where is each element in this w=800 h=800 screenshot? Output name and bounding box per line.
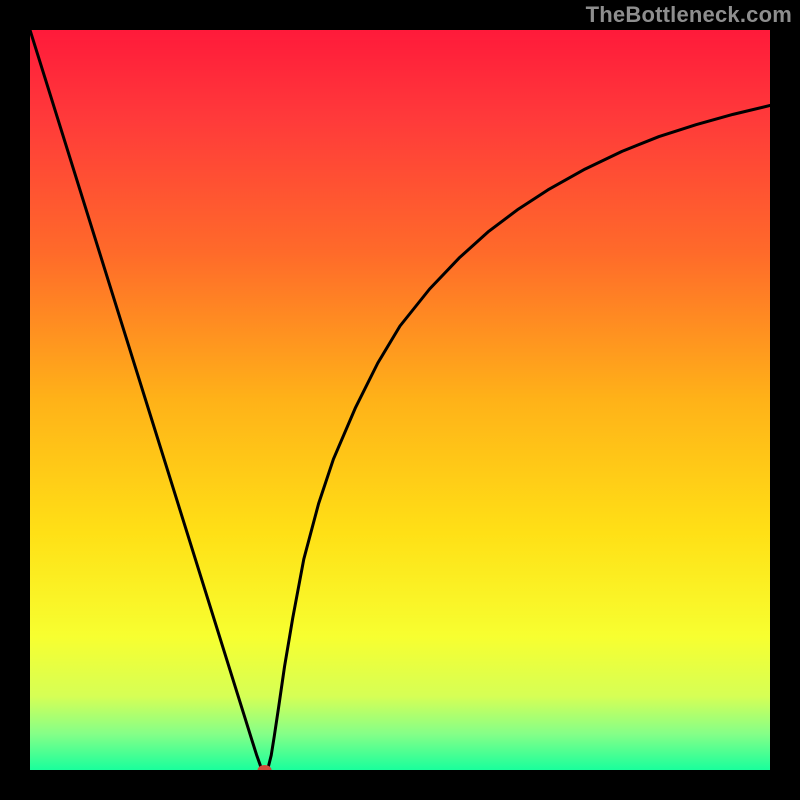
gradient-background [30, 30, 770, 770]
plot-area [30, 30, 770, 770]
bottleneck-chart [30, 30, 770, 770]
watermark-text: TheBottleneck.com [586, 2, 792, 28]
chart-frame: TheBottleneck.com [0, 0, 800, 800]
